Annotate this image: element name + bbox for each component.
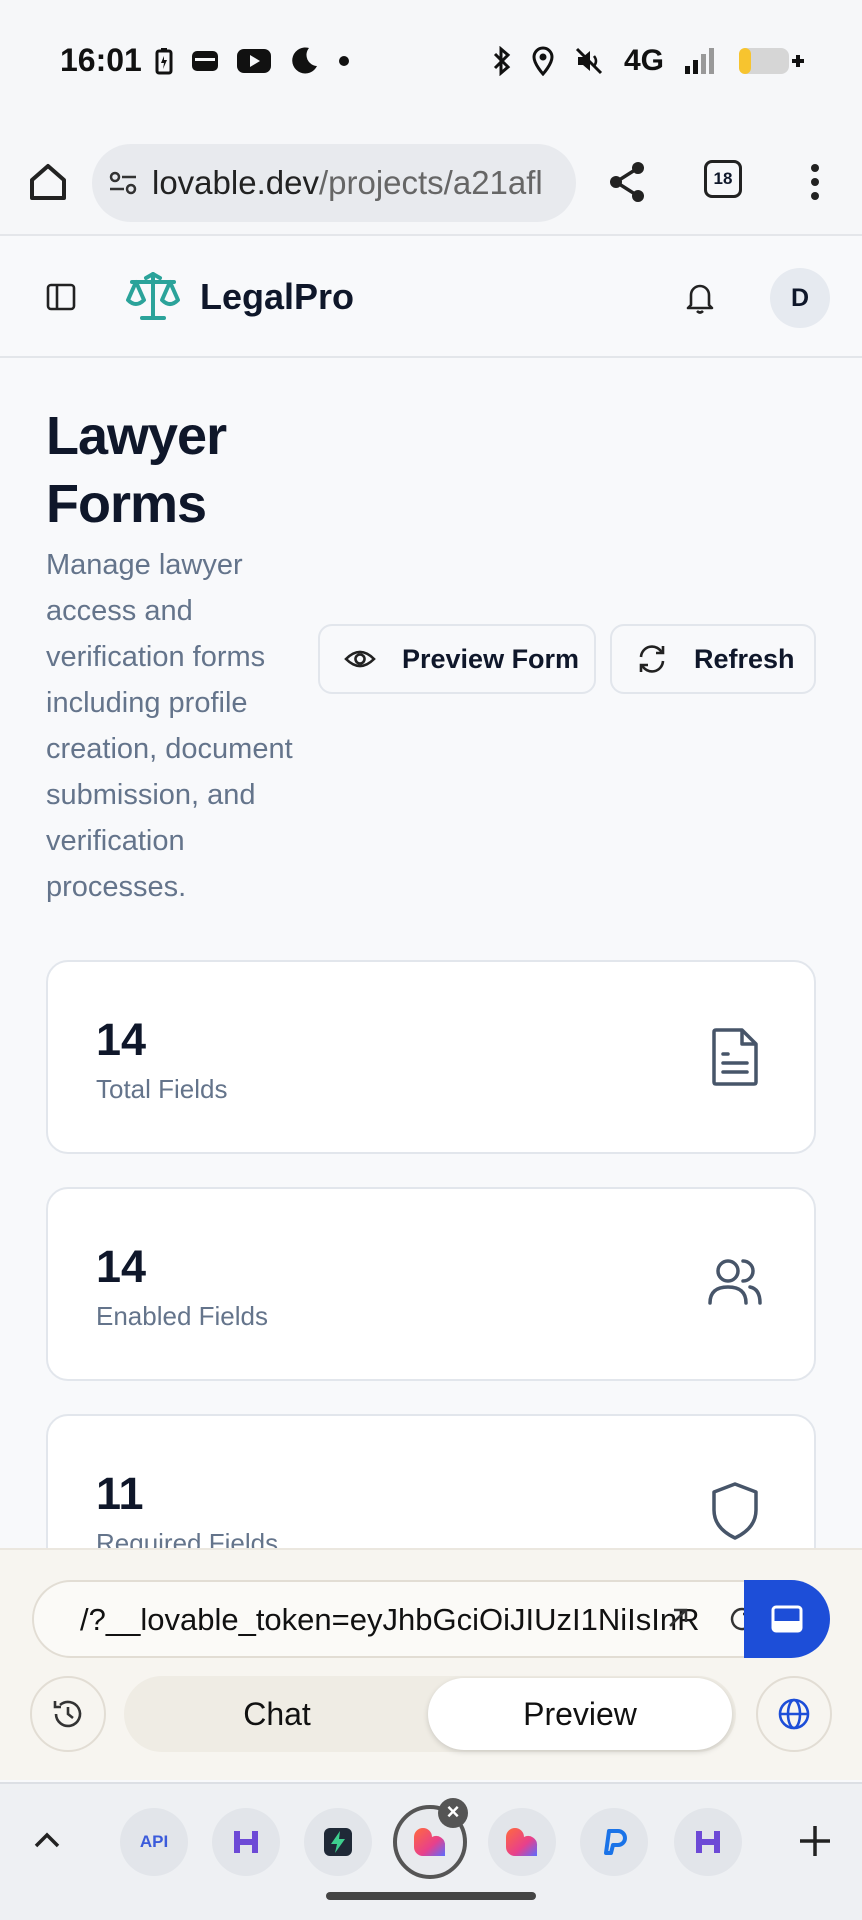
- stat-label: Enabled Fields: [96, 1301, 268, 1331]
- do-not-disturb-moon-icon: [289, 46, 319, 76]
- preview-url-text: /?__lovable_token=eyJhbGciOiJIUzI1NiIsIn…: [80, 1602, 700, 1637]
- eye-icon: [344, 650, 376, 668]
- history-icon: [53, 1700, 82, 1728]
- bolt-app-icon: [324, 1828, 352, 1856]
- tab-chat[interactable]: Chat: [124, 1676, 430, 1752]
- h-app-icon: [696, 1831, 720, 1853]
- stat-value: 14: [96, 1014, 147, 1065]
- home-indicator[interactable]: [326, 1892, 536, 1900]
- battery-icon: [738, 46, 804, 76]
- network-label: 4G: [623, 44, 664, 77]
- site-settings-icon[interactable]: [108, 168, 138, 198]
- browser-home-button[interactable]: [24, 158, 72, 206]
- share-icon: [610, 162, 644, 202]
- home-icon: [30, 164, 66, 200]
- battery-saver-icon: [155, 47, 173, 75]
- status-left-icons: [155, 46, 351, 76]
- user-avatar[interactable]: D: [770, 268, 830, 328]
- refresh-label: Refresh: [694, 643, 795, 674]
- p-tab[interactable]: [580, 1808, 648, 1876]
- close-tab-icon[interactable]: ×: [438, 1798, 468, 1828]
- h-tab-2[interactable]: [674, 1808, 742, 1876]
- preview-form-label: Preview Form: [402, 643, 580, 674]
- status-time: 16:01: [60, 42, 142, 78]
- paypal-icon: [604, 1829, 627, 1855]
- lovable-heart-icon: [506, 1828, 538, 1856]
- refresh-button[interactable]: Refresh: [610, 624, 816, 694]
- tab-switcher-button[interactable]: 18: [704, 160, 742, 198]
- api-tab[interactable]: API: [120, 1808, 188, 1876]
- youtube-icon: [237, 49, 271, 73]
- bell-icon: [686, 284, 714, 314]
- share-button[interactable]: [604, 158, 652, 206]
- new-tab-icon[interactable]: [796, 1822, 834, 1860]
- url-path: /projects/a21afl: [318, 164, 543, 201]
- page-description: Manage lawyer access and verification fo…: [46, 549, 293, 903]
- lovable-preview-bar: /?__lovable_token=eyJhbGciOiJIUzI1NiIsIn…: [0, 1548, 862, 1780]
- shield-icon: [712, 1482, 758, 1540]
- preview-form-button[interactable]: Preview Form: [318, 624, 596, 694]
- browser-toolbar: lovable.dev/projects/a21afl 18: [0, 128, 862, 236]
- wallet-icon: [191, 49, 219, 73]
- stat-value: 11: [96, 1468, 144, 1519]
- stat-card-total-fields: 14 Total Fields: [46, 960, 816, 1154]
- bluetooth-icon: [492, 46, 512, 76]
- url-host: lovable.dev: [152, 164, 319, 201]
- chat-preview-toggle: Chat Preview: [124, 1676, 736, 1752]
- scales-logo-icon: [124, 268, 182, 324]
- device-view-button[interactable]: [744, 1580, 830, 1658]
- more-vertical-icon: [811, 164, 819, 200]
- mute-icon: [574, 46, 604, 76]
- preview-url-field[interactable]: /?__lovable_token=eyJhbGciOiJIUzI1NiIsIn…: [32, 1580, 828, 1658]
- h-tab[interactable]: [212, 1808, 280, 1876]
- publish-button[interactable]: [756, 1676, 832, 1752]
- chevron-up-icon[interactable]: [30, 1824, 64, 1858]
- page-title: Lawyer Forms: [46, 406, 227, 534]
- dot-icon: [337, 54, 351, 68]
- refresh-icon: [639, 645, 665, 673]
- signal-icon: [684, 46, 718, 76]
- browser-menu-button[interactable]: [800, 158, 830, 206]
- tab-preview[interactable]: Preview: [428, 1678, 732, 1750]
- stat-value: 14: [96, 1241, 147, 1292]
- app-header: LegalPro D: [0, 238, 862, 358]
- h-app-icon: [234, 1831, 258, 1853]
- api-tab-label: API: [139, 1832, 169, 1851]
- external-link-icon[interactable]: [662, 1604, 692, 1634]
- globe-icon: [778, 1698, 810, 1730]
- brand-name[interactable]: LegalPro: [200, 276, 354, 318]
- document-icon: [712, 1028, 758, 1086]
- status-right-icons: 4G: [492, 44, 804, 78]
- address-bar[interactable]: lovable.dev/projects/a21afl: [92, 144, 576, 222]
- status-bar: 16:01 4G: [0, 0, 862, 128]
- location-icon: [532, 46, 554, 76]
- sidebar-toggle-button[interactable]: [46, 282, 76, 312]
- stat-card-enabled-fields: 14 Enabled Fields: [46, 1187, 816, 1381]
- lovable-tab[interactable]: [488, 1808, 556, 1876]
- notifications-button[interactable]: [682, 280, 718, 316]
- bolt-tab[interactable]: [304, 1808, 372, 1876]
- stat-label: Total Fields: [96, 1074, 228, 1104]
- url-text: lovable.dev/projects/a21afl: [152, 164, 543, 202]
- panel-icon: [771, 1605, 803, 1633]
- users-icon: [708, 1259, 762, 1305]
- history-button[interactable]: [30, 1676, 106, 1752]
- sidebar-icon: [46, 283, 76, 311]
- lovable-heart-icon: [414, 1828, 446, 1856]
